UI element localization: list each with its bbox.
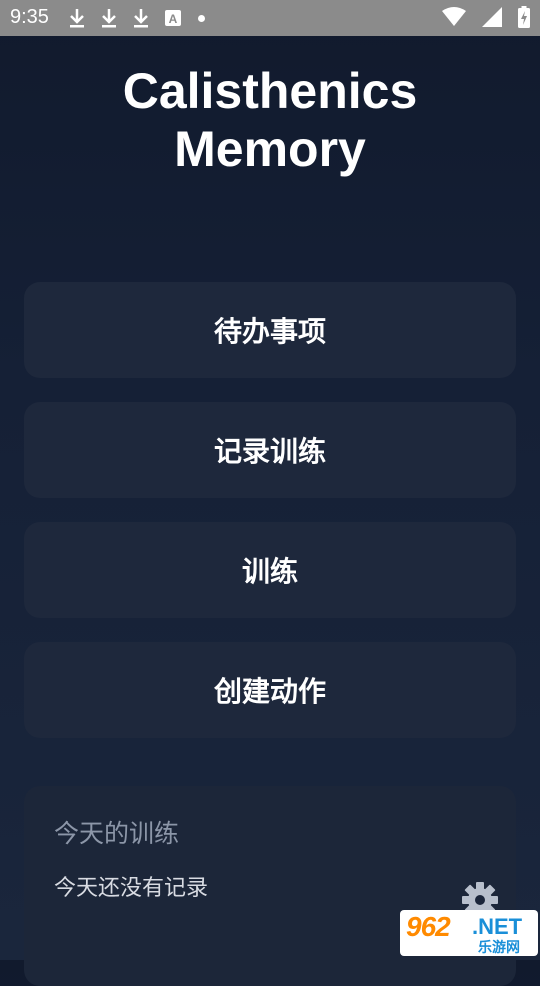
create-action-button[interactable]: 创建动作 bbox=[24, 642, 516, 738]
dot-icon bbox=[198, 14, 205, 22]
wifi-icon bbox=[442, 7, 466, 26]
download-icon bbox=[70, 9, 84, 28]
app-title: Calisthenics Memory bbox=[0, 62, 540, 178]
status-icons-left: A bbox=[68, 7, 205, 29]
battery-charging-icon bbox=[518, 6, 530, 28]
todo-button[interactable]: 待办事项 bbox=[24, 282, 516, 378]
app-title-line2: Memory bbox=[174, 121, 366, 177]
signal-icon bbox=[482, 7, 502, 27]
watermark-number: 962 bbox=[406, 911, 451, 942]
a-notification-icon: A bbox=[165, 10, 181, 26]
svg-text:A: A bbox=[169, 12, 178, 26]
status-bar: 9:35 A bbox=[0, 0, 540, 36]
app-title-line1: Calisthenics bbox=[122, 63, 418, 119]
record-training-button[interactable]: 记录训练 bbox=[24, 402, 516, 498]
today-empty-text: 今天还没有记录 bbox=[54, 876, 209, 901]
status-icons-right bbox=[442, 6, 530, 28]
today-training-title: 今天的训练 bbox=[54, 819, 180, 848]
watermark-logo: 962 .NET 乐游网 bbox=[400, 910, 538, 956]
training-button[interactable]: 训练 bbox=[24, 522, 516, 618]
status-time: 9:35 bbox=[10, 6, 49, 28]
download-icon bbox=[102, 9, 116, 28]
download-icon bbox=[134, 9, 148, 28]
watermark-sub: 乐游网 bbox=[478, 940, 520, 956]
today-training-card: 今天的训练 今天还没有记录 bbox=[24, 786, 516, 986]
